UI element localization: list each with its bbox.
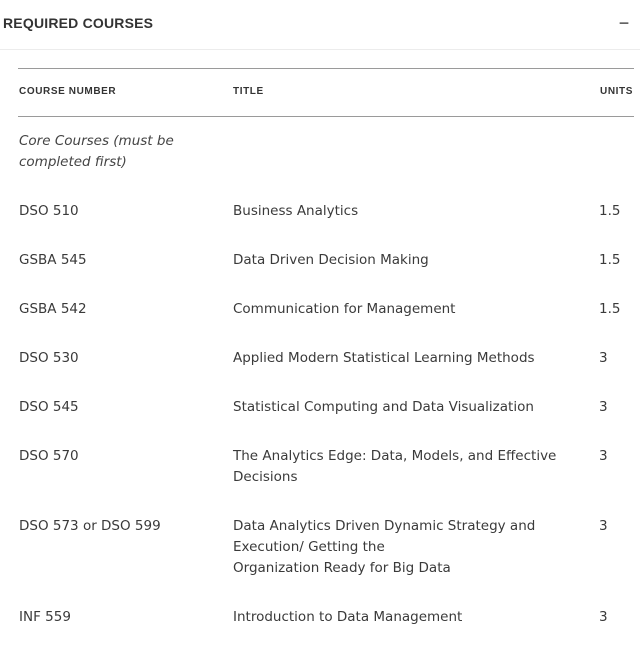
core-courses-group-label: Core Courses (must be completed first) [19, 133, 174, 170]
course-title-line: Organization Ready for Big Data [233, 560, 451, 576]
course-title: Communication for Management [233, 299, 578, 320]
column-header-title: TITLE [233, 86, 264, 97]
course-title: Introduction to Data Management [233, 607, 578, 628]
table-top-divider [18, 68, 634, 69]
course-title: The Analytics Edge: Data, Models, and Ef… [233, 446, 578, 488]
course-number: DSO 545 [19, 399, 79, 415]
course-title-line: Business Analytics [233, 203, 359, 219]
table-header-divider [18, 116, 634, 117]
course-title-line: Statistical Computing and Data Visualiza… [233, 399, 534, 415]
course-units: 3 [599, 518, 608, 534]
course-title-line: The Analytics Edge: Data, Models, and Ef… [233, 448, 557, 485]
course-number: DSO 530 [19, 350, 79, 366]
course-number: DSO 510 [19, 203, 79, 219]
course-number: GSBA 545 [19, 252, 87, 268]
course-units: 3 [599, 350, 608, 366]
course-units: 3 [599, 448, 608, 464]
course-title: Data Driven Decision Making [233, 250, 578, 271]
course-number: DSO 573 or DSO 599 [19, 518, 161, 534]
course-title-line: Communication for Management [233, 301, 456, 317]
course-number: GSBA 542 [19, 301, 87, 317]
column-header-units: UNITS [600, 86, 633, 97]
course-title: Applied Modern Statistical Learning Meth… [233, 348, 578, 369]
course-title-line: Data Analytics Driven Dynamic Strategy a… [233, 518, 536, 555]
course-units: 1.5 [599, 252, 621, 268]
required-courses-accordion-header[interactable]: REQUIRED COURSES − [0, 0, 640, 50]
course-title: Business Analytics [233, 201, 578, 222]
column-header-course-number: COURSE NUMBER [19, 86, 117, 97]
course-title-line: Introduction to Data Management [233, 609, 463, 625]
course-title-line: Applied Modern Statistical Learning Meth… [233, 350, 535, 366]
course-title: Data Analytics Driven Dynamic Strategy a… [233, 516, 578, 579]
course-units: 1.5 [599, 203, 621, 219]
course-title: Statistical Computing and Data Visualiza… [233, 397, 578, 418]
collapse-minus-icon[interactable]: − [616, 13, 632, 33]
section-title: REQUIRED COURSES [3, 15, 154, 31]
course-number: INF 559 [19, 609, 71, 625]
course-units: 3 [599, 399, 608, 415]
course-number: DSO 570 [19, 448, 79, 464]
course-title-line: Data Driven Decision Making [233, 252, 429, 268]
course-units: 1.5 [599, 301, 621, 317]
course-units: 3 [599, 609, 608, 625]
